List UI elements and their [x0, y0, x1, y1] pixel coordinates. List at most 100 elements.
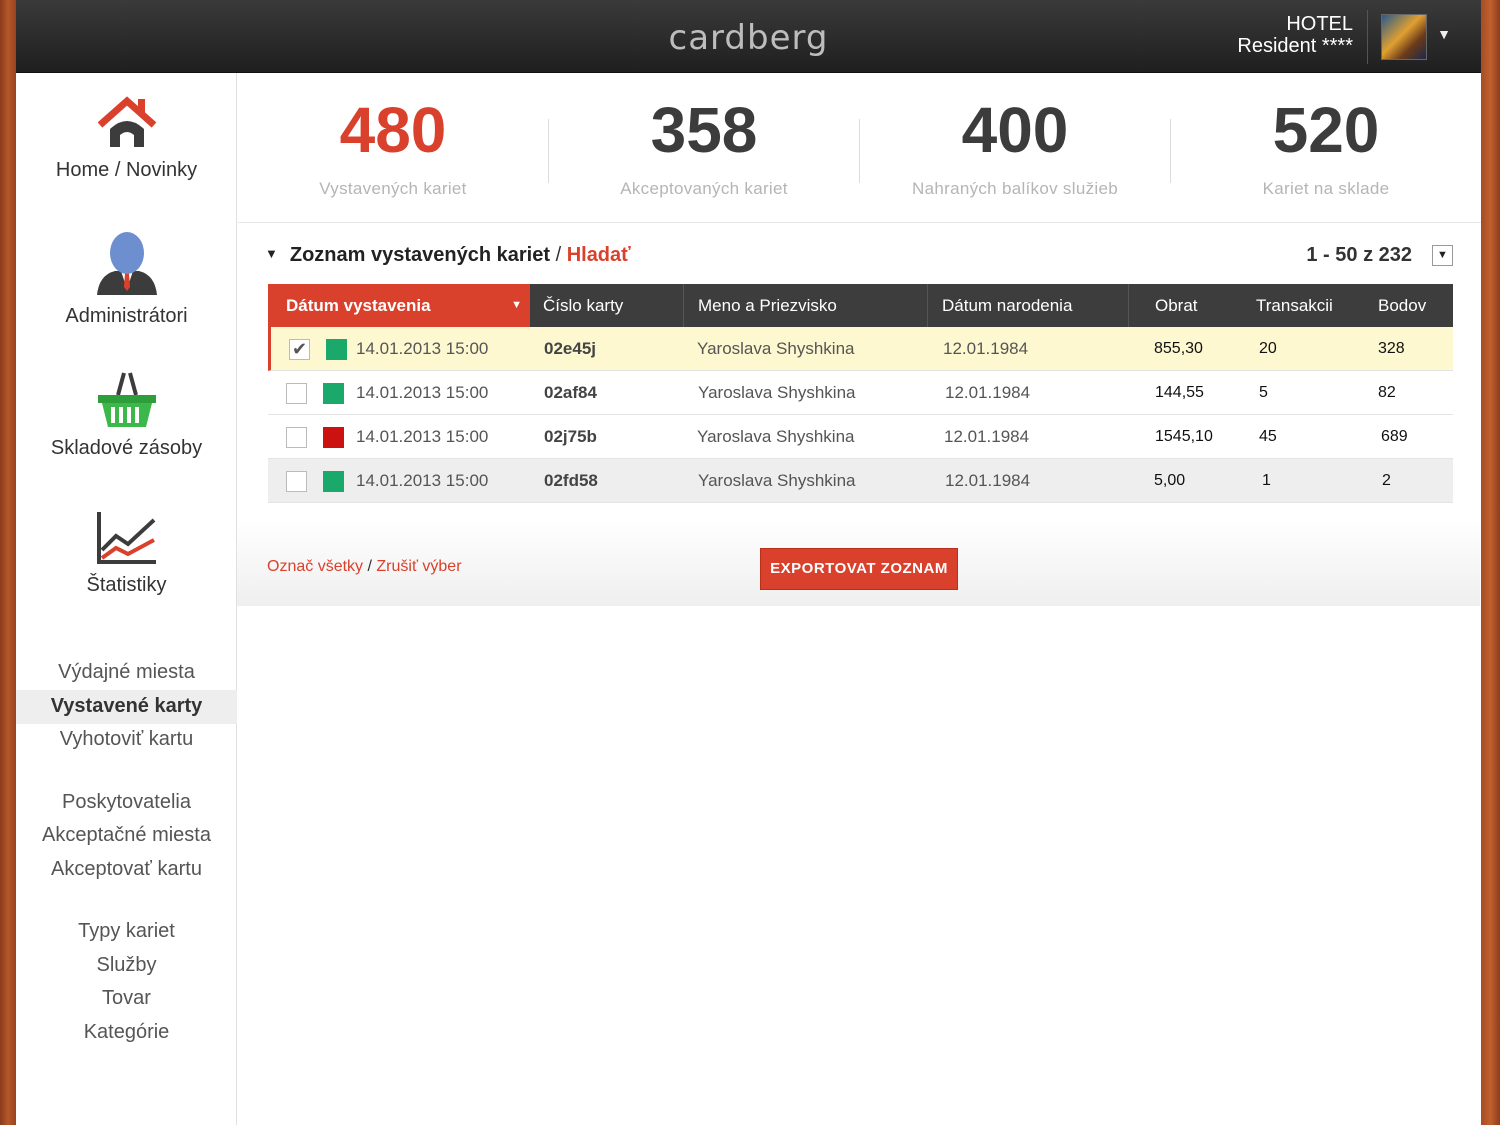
header-divider [1367, 10, 1368, 64]
row-checkbox[interactable] [286, 471, 307, 492]
cell-date: 14.01.2013 15:00 [356, 427, 489, 446]
cell-name: Yaroslava Shyshkina [698, 383, 856, 402]
stat-issued: 480 Vystavených kariet [238, 95, 548, 199]
column-issue-date[interactable]: Dátum vystavenia ▼ [268, 284, 530, 327]
app-window: cardberg HOTEL Resident **** ▼ Home / No… [16, 0, 1481, 1125]
cell-card[interactable]: 02e45j [544, 327, 596, 371]
sidebar-item-providers[interactable]: Poskytovatelia [16, 786, 237, 820]
link-separator: / [367, 558, 372, 575]
table-row[interactable]: ✔ 14.01.2013 15:00 02e45j Yaroslava Shys… [268, 327, 1453, 371]
home-icon [97, 96, 156, 147]
sidebar-item-issued-cards[interactable]: Vystavené karty [16, 690, 237, 724]
cell-date: 14.01.2013 15:00 [356, 383, 489, 402]
status-indicator [323, 427, 344, 448]
search-link[interactable]: Hladať [567, 244, 631, 266]
cell-turnover: 5,00 [1154, 472, 1186, 489]
cell-birth: 12.01.1984 [945, 383, 1031, 402]
sidebar-item-admins[interactable]: Administrátori [16, 231, 237, 328]
sidebar-item-label: Administrátori [65, 305, 188, 327]
stat-value: 480 [339, 94, 447, 166]
sidebar-item-label: Home / Novinky [55, 159, 198, 181]
column-label: Dátum vystavenia [286, 296, 431, 315]
chevron-down-icon[interactable]: ▼ [1437, 26, 1451, 42]
status-indicator [326, 339, 347, 360]
table-header: Dátum vystavenia ▼ Číslo karty Meno a Pr… [268, 284, 1453, 327]
column-points[interactable]: Bodov [1378, 284, 1426, 327]
cell-points: 328 [1378, 340, 1405, 357]
sidebar-item-card-types[interactable]: Typy kariet [16, 915, 237, 949]
row-checkbox[interactable] [286, 427, 307, 448]
stat-label: Vystavených kariet [319, 179, 467, 198]
column-card-number[interactable]: Číslo karty [543, 284, 623, 327]
cell-name: Yaroslava Shyshkina [698, 471, 856, 490]
deselect-link[interactable]: Zrušiť výber [376, 558, 461, 575]
hotel-avatar[interactable] [1381, 14, 1427, 60]
cell-transactions: 45 [1259, 428, 1277, 445]
export-button[interactable]: EXPORTOVAT ZOZNAM [760, 548, 958, 590]
sidebar-item-stock[interactable]: Skladové zásoby [16, 371, 237, 460]
sort-icon: ▼ [511, 299, 522, 311]
sidebar-item-acceptance-points[interactable]: Akceptačné miesta [16, 819, 237, 853]
cell-birth: 12.01.1984 [943, 339, 1029, 358]
select-all-link[interactable]: Označ všetky [267, 558, 363, 575]
column-turnover[interactable]: Obrat [1128, 284, 1198, 327]
cell-card[interactable]: 02af84 [544, 371, 597, 415]
cell-name: Yaroslava Shyshkina [697, 339, 855, 358]
sidebar-item-goods[interactable]: Tovar [16, 982, 237, 1016]
column-birth-date[interactable]: Dátum narodenia [927, 284, 1072, 327]
status-indicator [323, 471, 344, 492]
row-checkbox[interactable] [286, 383, 307, 404]
sidebar-item-services[interactable]: Služby [16, 949, 237, 983]
sidebar-item-statistics[interactable]: Štatistiky [16, 510, 237, 597]
sidebar-item-issue-points[interactable]: Výdajné miesta [16, 656, 237, 690]
collapse-icon[interactable]: ▼ [265, 246, 278, 261]
sidebar-item-categories[interactable]: Kategórie [16, 1016, 237, 1050]
sidebar-item-create-card[interactable]: Vyhotoviť kartu [16, 723, 237, 757]
cell-card[interactable]: 02fd58 [544, 459, 598, 503]
pagination-dropdown[interactable]: ▼ [1432, 245, 1453, 266]
chart-icon [96, 512, 156, 564]
chevron-down-icon: ▼ [1437, 249, 1448, 261]
selection-links: Označ všetky / Zrušiť výber [267, 558, 462, 576]
stat-label: Kariet na sklade [1262, 179, 1390, 198]
cell-points: 689 [1381, 428, 1408, 445]
table-row[interactable]: 14.01.2013 15:00 02fd58 Yaroslava Shyshk… [268, 459, 1453, 503]
table-row[interactable]: 14.01.2013 15:00 02j75b Yaroslava Shyshk… [268, 415, 1453, 459]
stat-accepted: 358 Akceptovaných kariet [549, 95, 859, 199]
list-title-text: Zoznam vystavených kariet [289, 244, 550, 266]
cell-transactions: 1 [1262, 472, 1271, 489]
sidebar-item-label: Skladové zásoby [50, 437, 203, 459]
cell-card[interactable]: 02j75b [544, 415, 597, 459]
cell-turnover: 144,55 [1155, 384, 1204, 401]
column-name[interactable]: Meno a Priezvisko [683, 284, 837, 327]
stat-value: 400 [961, 94, 1069, 166]
hotel-line1: HOTEL [1286, 13, 1353, 35]
basket-icon [97, 372, 156, 427]
cell-transactions: 20 [1259, 340, 1277, 357]
user-icon [96, 232, 157, 295]
hotel-line2: Resident **** [1237, 35, 1353, 57]
cell-turnover: 855,30 [1154, 340, 1203, 357]
title-separator: / [555, 244, 562, 266]
list-title: ▼ Zoznam vystavených kariet / Hladať [265, 244, 631, 267]
sidebar-item-label: Štatistiky [86, 574, 167, 596]
stat-value: 358 [650, 94, 758, 166]
cell-points: 82 [1378, 384, 1396, 401]
background-right [1481, 0, 1500, 1125]
cell-date: 14.01.2013 15:00 [356, 471, 489, 490]
hotel-name[interactable]: HOTEL Resident **** [1237, 13, 1353, 57]
table-row[interactable]: 14.01.2013 15:00 02af84 Yaroslava Shyshk… [268, 371, 1453, 415]
stat-label: Akceptovaných kariet [620, 179, 788, 198]
column-transactions[interactable]: Transakcii [1256, 284, 1333, 327]
cell-birth: 12.01.1984 [945, 471, 1031, 490]
cards-table: Dátum vystavenia ▼ Číslo karty Meno a Pr… [268, 284, 1453, 503]
top-bar: cardberg HOTEL Resident **** ▼ [16, 0, 1481, 73]
cell-points: 2 [1382, 472, 1391, 489]
stat-service-packages: 400 Nahraných balíkov služieb [860, 95, 1170, 199]
row-checkbox[interactable]: ✔ [289, 339, 310, 360]
cell-name: Yaroslava Shyshkina [697, 427, 855, 446]
sidebar-item-accept-card[interactable]: Akceptovať kartu [16, 853, 237, 887]
stat-label: Nahraných balíkov služieb [912, 179, 1118, 198]
sidebar-item-home[interactable]: Home / Novinky [16, 95, 237, 182]
stats-panel: 480 Vystavených kariet 358 Akceptovaných… [238, 73, 1481, 223]
